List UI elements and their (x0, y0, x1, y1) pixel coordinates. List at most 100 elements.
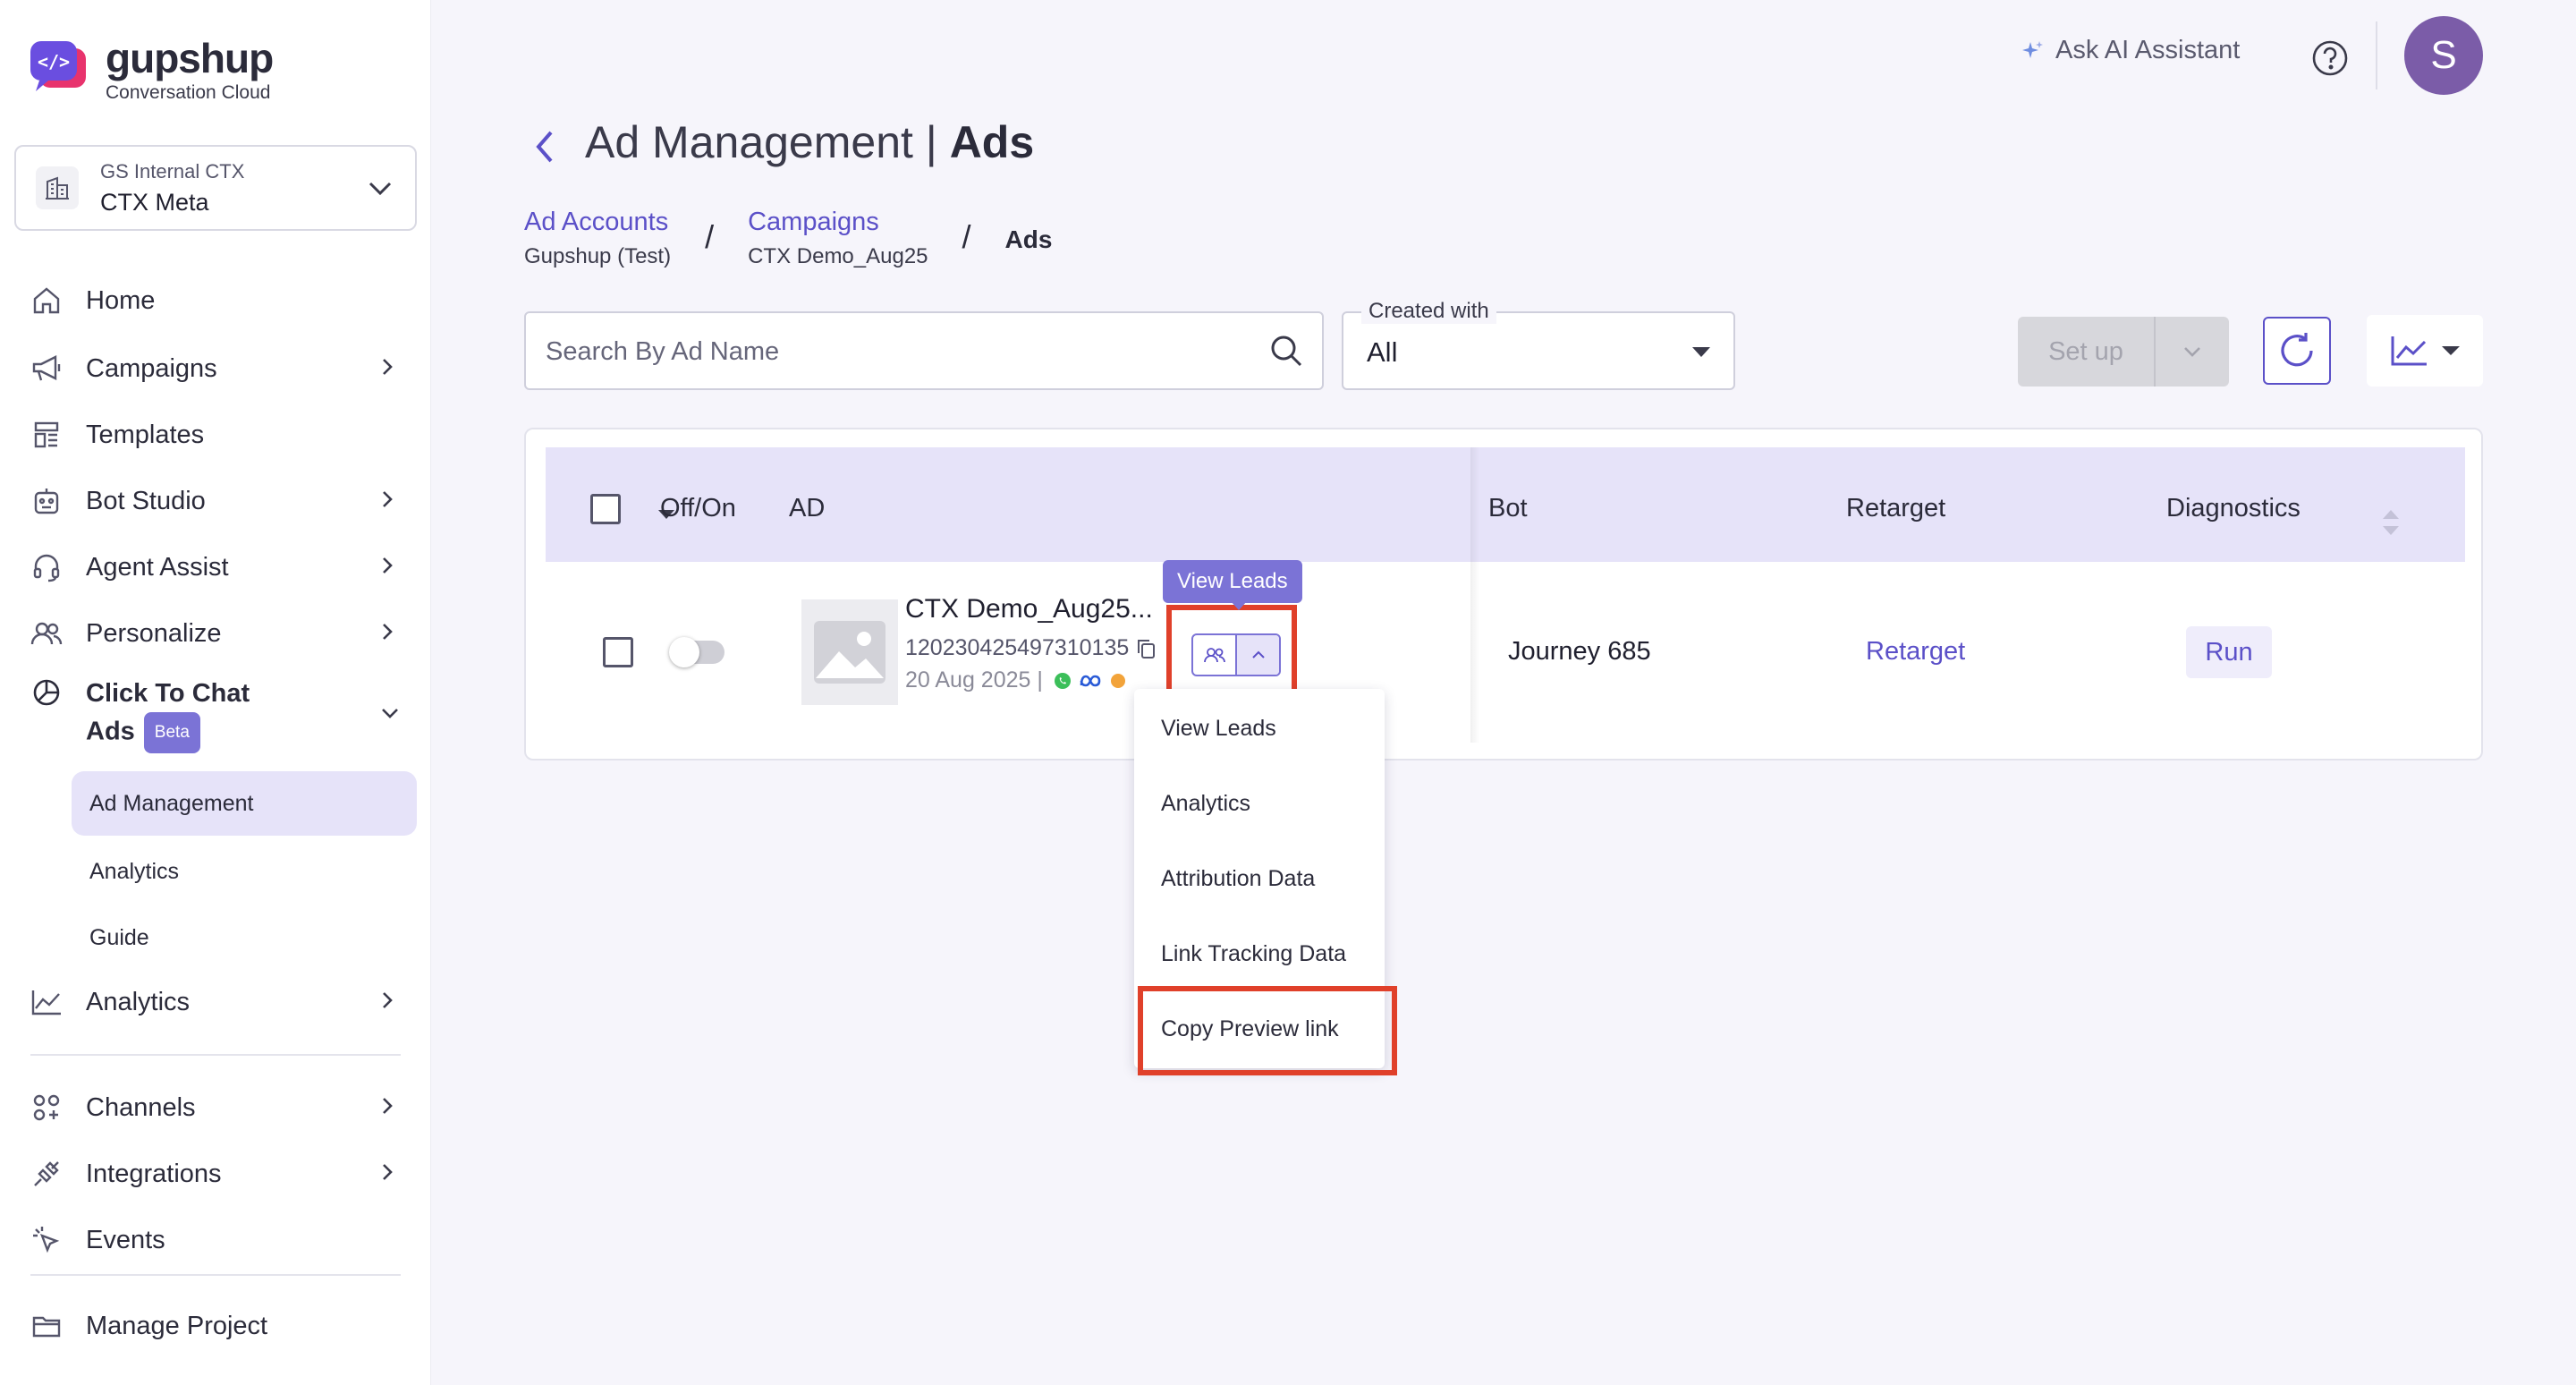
sidebar-item-label: Campaigns (86, 353, 217, 383)
breadcrumb: Ad Accounts Gupshup (Test) / Campaigns C… (524, 208, 1052, 269)
menu-item-attribution-data[interactable]: Attribution Data (1161, 866, 1315, 892)
breadcrumb-current: Ads (1004, 225, 1053, 253)
templates-icon (30, 419, 63, 451)
run-diagnostics-button[interactable]: Run (2186, 626, 2272, 678)
page-title-main: Ad Management (585, 117, 913, 167)
svg-text:</>: </> (38, 51, 70, 72)
setup-button[interactable]: Set up (2018, 337, 2154, 367)
brand-tagline: Conversation Cloud (106, 82, 271, 103)
header-off-on: Off/On (660, 494, 736, 523)
ad-id-row: 120230425497310135 (905, 635, 1156, 661)
sidebar-item-integrations[interactable]: Integrations (0, 1147, 431, 1201)
sidebar-item-analytics[interactable]: Analytics (0, 975, 431, 1029)
created-with-select[interactable]: Created with All (1342, 299, 1735, 390)
line-chart-icon (30, 986, 63, 1018)
ask-ai-label: Ask AI Assistant (2055, 36, 2241, 64)
search-icon[interactable] (1268, 333, 1304, 373)
ad-name[interactable]: CTX Demo_Aug25... (905, 594, 1153, 625)
caret-down-icon (1692, 347, 1710, 357)
sidebar-item-agent-assist[interactable]: Agent Assist (0, 540, 431, 594)
avatar[interactable]: S (2404, 16, 2483, 95)
search-input[interactable] (546, 331, 1261, 372)
status-dot (1110, 673, 1125, 688)
sidebar-subitem-guide[interactable]: Guide (72, 905, 417, 970)
chevron-right-icon (379, 621, 395, 647)
breadcrumb-separator: / (705, 218, 715, 255)
sidebar-divider (30, 1274, 401, 1276)
brand-logo[interactable]: </> gupshup Conversation Cloud (27, 35, 274, 104)
ask-ai-assistant-button[interactable]: Ask AI Assistant (2020, 36, 2240, 65)
breadcrumb-campaigns-sub: CTX Demo_Aug25 (748, 244, 928, 268)
ad-id: 120230425497310135 (905, 635, 1130, 660)
breadcrumb-ad-accounts-sub: Gupshup (Test) (524, 244, 672, 268)
sidebar-item-home[interactable]: Home (0, 274, 431, 327)
sidebar-item-label: Personalize (86, 618, 222, 648)
sidebar-subitem-analytics[interactable]: Analytics (72, 839, 417, 904)
page-title: Ad Management | Ads (585, 116, 1034, 168)
chevron-right-icon (379, 489, 395, 514)
sticky-column-shadow (1470, 447, 1479, 743)
sidebar-item-label: Templates (86, 420, 205, 449)
chevron-right-icon (379, 356, 395, 382)
sidebar-item-manage-project[interactable]: Manage Project (0, 1299, 431, 1353)
breadcrumb-campaigns[interactable]: Campaigns (748, 208, 928, 237)
line-chart-icon (2390, 334, 2429, 368)
sidebar-item-label: Manage Project (86, 1311, 268, 1340)
breadcrumb-ad-accounts[interactable]: Ad Accounts (524, 208, 671, 237)
table-header: Off/On AD Bot Retarget Diagnostics (546, 447, 2465, 562)
building-icon (36, 166, 79, 209)
beta-badge: Beta (143, 712, 200, 753)
highlight-box (1166, 605, 1297, 700)
chevron-right-icon (379, 1161, 395, 1187)
select-all-checkbox[interactable] (590, 494, 621, 524)
sidebar-item-click-to-chat-ads[interactable]: Click To Chat Ads Beta (0, 673, 431, 759)
folder-icon (30, 1310, 63, 1342)
meta-icon (1079, 674, 1102, 688)
page-title-sep: | (912, 117, 950, 167)
sidebar-item-label: Home (86, 285, 156, 315)
sidebar-item-campaigns[interactable]: Campaigns (0, 342, 431, 395)
help-icon[interactable] (2311, 39, 2349, 81)
chart-view-button[interactable] (2367, 315, 2483, 387)
sidebar-item-channels[interactable]: Channels (0, 1081, 431, 1134)
menu-item-link-tracking-data[interactable]: Link Tracking Data (1161, 941, 1346, 967)
pie-chart-icon (30, 676, 63, 709)
brand-name: gupshup (106, 35, 274, 81)
back-arrow-icon[interactable] (528, 125, 564, 173)
sidebar-item-label: Channels (86, 1092, 196, 1122)
sidebar-item-label: Analytics (86, 987, 191, 1016)
copy-icon[interactable] (1136, 638, 1156, 659)
chevron-right-icon (379, 1095, 395, 1121)
menu-item-analytics[interactable]: Analytics (1161, 791, 1250, 817)
cursor-click-icon (30, 1224, 63, 1256)
refresh-icon (2275, 329, 2318, 372)
sidebar-subitem-ad-management[interactable]: Ad Management (72, 771, 417, 836)
project-org: GS Internal CTX (100, 159, 245, 183)
image-placeholder-icon (812, 619, 887, 685)
refresh-button[interactable] (2263, 317, 2331, 385)
header-retarget: Retarget (1846, 494, 1946, 523)
chevron-right-icon (379, 555, 395, 581)
sidebar-item-events[interactable]: Events (0, 1213, 431, 1267)
topbar-divider (2376, 21, 2377, 89)
sidebar-item-personalize[interactable]: Personalize (0, 607, 431, 660)
created-with-label: Created with (1361, 299, 1496, 324)
created-with-value: All (1367, 336, 1398, 368)
highlight-box (1138, 986, 1397, 1075)
sidebar-item-bot-studio[interactable]: Bot Studio (0, 474, 431, 528)
ad-status-toggle[interactable] (669, 637, 724, 667)
retarget-link[interactable]: Retarget (1866, 637, 1965, 667)
tooltip: View Leads (1163, 560, 1302, 603)
menu-item-view-leads[interactable]: View Leads (1161, 716, 1276, 742)
row-checkbox[interactable] (603, 637, 633, 667)
sidebar-item-label: Agent Assist (86, 552, 229, 582)
sidebar-item-templates[interactable]: Templates (0, 408, 431, 462)
bot-icon (30, 485, 63, 517)
sort-icon[interactable] (2381, 505, 2401, 545)
sidebar-item-label: Ads (86, 717, 135, 746)
ads-table: Off/On AD Bot Retarget Diagnostics CTX D… (524, 428, 2483, 760)
chevron-down-icon[interactable] (2156, 344, 2229, 360)
project-selector[interactable]: GS Internal CTX CTX Meta (14, 145, 417, 231)
caret-down-icon (2442, 346, 2460, 355)
home-icon (30, 285, 63, 317)
